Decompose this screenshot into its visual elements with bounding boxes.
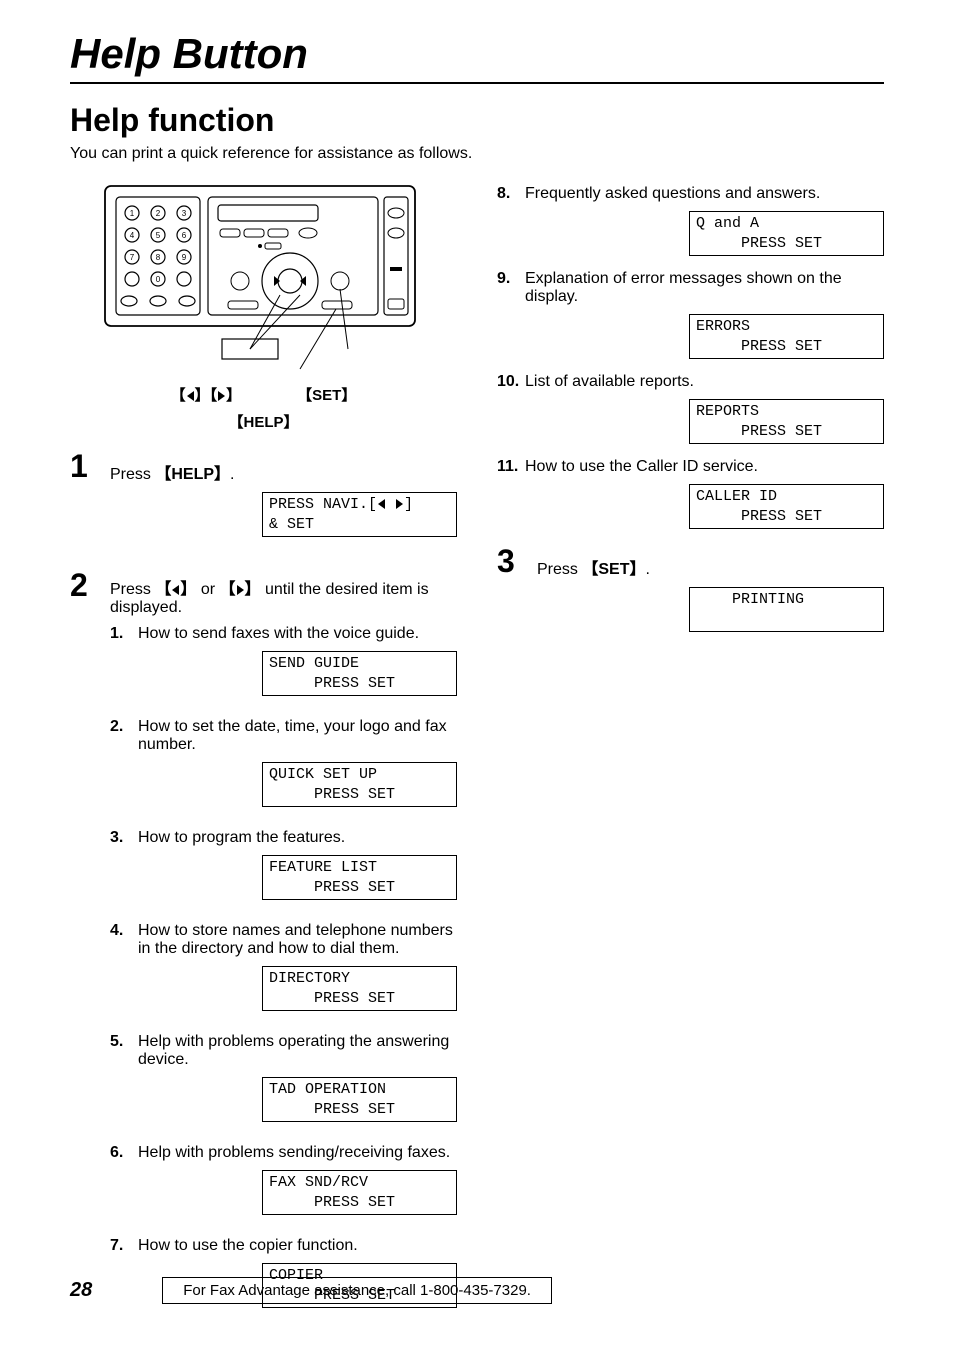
step-3-text-before: Press — [537, 561, 582, 578]
step-2-or: or — [196, 581, 219, 598]
item-text: Help with problems operating the answeri… — [138, 1033, 449, 1068]
item-number: 7. — [110, 1237, 138, 1255]
step-1-text-after: . — [230, 466, 234, 483]
item-display: Q and A PRESS SET — [689, 211, 884, 256]
item-number: 5. — [110, 1033, 138, 1051]
item-text: How to use the Caller ID service. — [525, 458, 758, 475]
list-item: 4. How to store names and telephone numb… — [110, 922, 457, 1025]
step-3-number: 3 — [497, 545, 537, 577]
list-item: 8. Frequently asked questions and answer… — [497, 185, 884, 266]
footer-assistance: For Fax Advantage assistance, call 1-800… — [162, 1277, 552, 1304]
item-number: 1. — [110, 625, 138, 643]
item-text: Help with problems sending/receiving fax… — [138, 1144, 450, 1161]
step-2: 2 Press 【】 or 【】 until the desired item … — [70, 569, 457, 1322]
list-item: 11. How to use the Caller ID service. CA… — [497, 458, 884, 539]
svg-text:2: 2 — [156, 209, 161, 218]
step-2-text-before: Press — [110, 581, 155, 598]
right-column: 8. Frequently asked questions and answer… — [497, 181, 884, 1322]
item-display: SEND GUIDE PRESS SET — [262, 651, 457, 696]
item-display: TAD OPERATION PRESS SET — [262, 1077, 457, 1122]
item-display: QUICK SET UP PRESS SET — [262, 762, 457, 807]
title-rule — [70, 82, 884, 84]
svg-text:4: 4 — [130, 231, 135, 240]
list-item: 3. How to program the features. FEATURE … — [110, 829, 457, 914]
content-columns: 1 2 3 4 5 6 7 8 9 0 — [70, 181, 884, 1322]
item-number: 8. — [497, 185, 525, 203]
item-number: 2. — [110, 718, 138, 736]
diagram-nav-label: 【】【】 — [171, 384, 242, 405]
step-2-number: 2 — [70, 569, 110, 601]
step-1-number: 1 — [70, 450, 110, 482]
item-text: How to store names and telephone numbers… — [138, 922, 453, 957]
item-number: 4. — [110, 922, 138, 940]
step-1-display: PRESS NAVI.[ ] & SET — [262, 492, 457, 537]
item-number: 3. — [110, 829, 138, 847]
step-3-display: PRINTING — [689, 587, 884, 632]
lead-text: You can print a quick reference for assi… — [70, 145, 884, 163]
step-1-text-before: Press — [110, 466, 155, 483]
diagram-set-label: 【SET】 — [297, 384, 356, 405]
step-1: 1 Press 【HELP】. PRESS NAVI.[ ] & SET — [70, 450, 457, 551]
list-item: 6. Help with problems sending/receiving … — [110, 1144, 457, 1229]
svg-text:5: 5 — [156, 231, 161, 240]
item-number: 9. — [497, 270, 525, 288]
item-text: List of available reports. — [525, 373, 694, 390]
list-item: 9. Explanation of error messages shown o… — [497, 270, 884, 369]
item-display: FEATURE LIST PRESS SET — [262, 855, 457, 900]
svg-text:3: 3 — [182, 209, 187, 218]
list-item: 10. List of available reports. REPORTS P… — [497, 373, 884, 454]
list-item: 1. How to send faxes with the voice guid… — [110, 625, 457, 710]
svg-text:0: 0 — [156, 275, 161, 284]
page-footer: 28 For Fax Advantage assistance, call 1-… — [70, 1277, 884, 1304]
device-illustration: 1 2 3 4 5 6 7 8 9 0 — [100, 181, 420, 371]
step-2-items-continued: 8. Frequently asked questions and answer… — [497, 185, 884, 539]
svg-text:7: 7 — [130, 253, 135, 262]
svg-text:6: 6 — [182, 231, 187, 240]
step-1-button: 【HELP】 — [155, 466, 230, 483]
svg-text:8: 8 — [156, 253, 161, 262]
item-number: 11. — [497, 458, 525, 476]
list-item: 2. How to set the date, time, your logo … — [110, 718, 457, 821]
item-display: REPORTS PRESS SET — [689, 399, 884, 444]
item-text: How to send faxes with the voice guide. — [138, 625, 419, 642]
list-item: 5. Help with problems operating the answ… — [110, 1033, 457, 1136]
item-number: 6. — [110, 1144, 138, 1162]
left-column: 1 2 3 4 5 6 7 8 9 0 — [70, 181, 457, 1322]
diagram-labels-row1: 【】【】 【SET】 — [70, 384, 457, 405]
item-display: ERRORS PRESS SET — [689, 314, 884, 359]
step-3-button: 【SET】 — [582, 561, 645, 578]
svg-text:1: 1 — [130, 209, 135, 218]
step-2-btn-right: 【】 — [220, 581, 261, 598]
diagram-help-label: 【HELP】 — [70, 411, 457, 432]
section-title: Help function — [70, 102, 884, 139]
item-display: CALLER ID PRESS SET — [689, 484, 884, 529]
item-text: How to program the features. — [138, 829, 345, 846]
step-3-text-after: . — [645, 561, 649, 578]
svg-text:9: 9 — [182, 253, 187, 262]
item-display: FAX SND/RCV PRESS SET — [262, 1170, 457, 1215]
step-2-items: 1. How to send faxes with the voice guid… — [110, 625, 457, 1322]
item-number: 10. — [497, 373, 525, 391]
item-text: How to use the copier function. — [138, 1237, 358, 1254]
item-text: Frequently asked questions and answers. — [525, 185, 820, 202]
item-display: DIRECTORY PRESS SET — [262, 966, 457, 1011]
item-text: How to set the date, time, your logo and… — [138, 718, 447, 753]
step-2-btn-left: 【】 — [155, 581, 196, 598]
page-number: 28 — [70, 1279, 92, 1302]
item-text: Explanation of error messages shown on t… — [525, 270, 842, 305]
page-title: Help Button — [70, 30, 884, 78]
step-3: 3 Press 【SET】. PRINTING — [497, 545, 884, 642]
